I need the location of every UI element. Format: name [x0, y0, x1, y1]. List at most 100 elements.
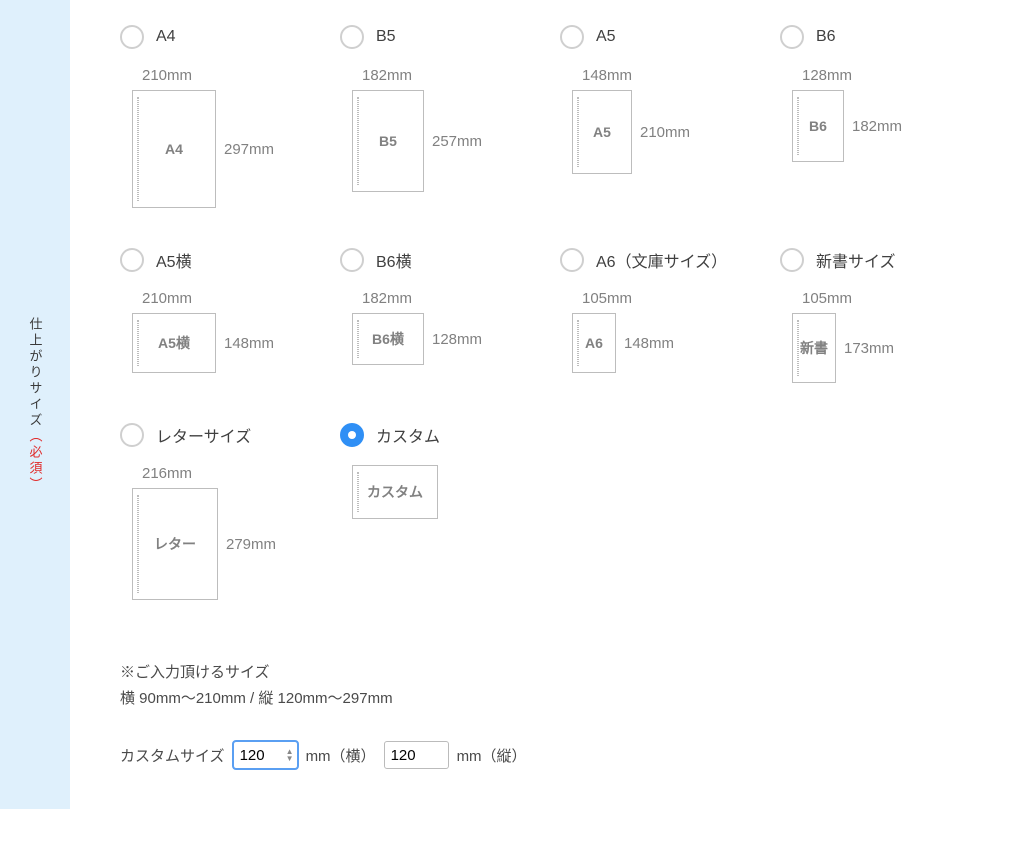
- custom-size-row: カスタムサイズ ▲▼ mm（横） mm（縦）: [120, 741, 1000, 769]
- binding-edge-icon: [577, 97, 579, 167]
- notes-line1: ※ご入力頂けるサイズ: [120, 660, 1000, 686]
- size-option-a5y[interactable]: A5横 210mm A5横 148mm: [120, 248, 340, 383]
- size-diagram: カスタム: [352, 465, 560, 519]
- sidebar-label-cell: 仕上がりサイズ（必須）: [0, 0, 70, 809]
- radio-a6[interactable]: [560, 248, 584, 272]
- height-label: 279mm: [226, 536, 276, 553]
- radio-a5y[interactable]: [120, 248, 144, 272]
- page-box-icon: A5: [572, 90, 632, 174]
- width-label: 128mm: [802, 67, 852, 84]
- width-label: 182mm: [362, 290, 412, 307]
- width-label: 210mm: [142, 290, 192, 307]
- page-box-icon: B5: [352, 90, 424, 192]
- page-box-icon: カスタム: [352, 465, 438, 519]
- size-option-b6[interactable]: B6 128mm B6 182mm: [780, 25, 1000, 208]
- page-box-name: A6: [585, 335, 603, 351]
- size-option-b5[interactable]: B5182mmB5257mm: [340, 25, 560, 208]
- size-option-custom[interactable]: カスタムカスタム: [340, 423, 560, 600]
- page-row: A6148mm: [572, 313, 674, 373]
- height-label: 182mm: [852, 118, 902, 135]
- page-row: B6 182mm: [792, 90, 902, 162]
- option-head[interactable]: A5: [560, 25, 780, 49]
- size-diagram: 210mmA4297mm: [132, 67, 340, 208]
- radio-shin[interactable]: [780, 248, 804, 272]
- binding-edge-icon: [797, 320, 799, 376]
- sidebar-label: 仕上がりサイズ（必須）: [26, 317, 45, 493]
- custom-size-label: カスタムサイズ: [120, 745, 225, 766]
- height-label: 148mm: [224, 335, 274, 352]
- option-label: A6（文庫サイズ）: [596, 248, 727, 272]
- size-diagram: 216mmレター279mm: [132, 465, 340, 600]
- page-box-icon: A5横: [132, 313, 216, 373]
- binding-edge-icon: [137, 495, 139, 593]
- option-label: 新書サイズ: [816, 248, 896, 272]
- radio-a4[interactable]: [120, 25, 144, 49]
- binding-edge-icon: [137, 320, 139, 366]
- page-row: A5 210mm: [572, 90, 690, 174]
- sidebar-label-text: 仕上がりサイズ: [28, 317, 43, 429]
- height-label: 210mm: [640, 124, 690, 141]
- height-label: 128mm: [432, 331, 482, 348]
- page-box-name: B5: [379, 133, 397, 149]
- option-label: レターサイズ: [156, 423, 251, 447]
- page-box-name: A4: [165, 141, 183, 157]
- option-head[interactable]: B6: [780, 25, 1000, 49]
- page-box-icon: 新書: [792, 313, 836, 383]
- option-head[interactable]: A6（文庫サイズ）: [560, 248, 780, 272]
- option-head[interactable]: A5横: [120, 248, 340, 272]
- size-option-a4[interactable]: A4210mmA4297mm: [120, 25, 340, 208]
- size-diagram: 182mm B6横 128mm: [352, 290, 560, 365]
- custom-height-unit: mm（縦）: [457, 745, 527, 766]
- size-diagram: 128mm B6 182mm: [792, 67, 1000, 162]
- page-box-icon: A6: [572, 313, 616, 373]
- size-diagram: 182mmB5257mm: [352, 67, 560, 192]
- custom-height-input[interactable]: [384, 741, 449, 769]
- page-box-icon: B6: [792, 90, 844, 162]
- option-label: A5: [596, 28, 616, 46]
- binding-edge-icon: [797, 97, 799, 155]
- radio-b6y[interactable]: [340, 248, 364, 272]
- option-label: A4: [156, 28, 176, 46]
- page-box-name: レター: [154, 534, 196, 554]
- notes-line2: 横 90mm〜210mm / 縦 120mm〜297mm: [120, 686, 1000, 712]
- page-row: カスタム: [352, 465, 438, 519]
- page-box-name: 新書: [800, 338, 828, 358]
- size-option-a5[interactable]: A5148mmA5210mm: [560, 25, 780, 208]
- size-option-a6[interactable]: A6（文庫サイズ）105mmA6148mm: [560, 248, 780, 383]
- height-label: 297mm: [224, 141, 274, 158]
- option-head[interactable]: B6横: [340, 248, 560, 272]
- size-option-letter[interactable]: レターサイズ216mmレター279mm: [120, 423, 340, 600]
- size-diagram: 210mm A5横 148mm: [132, 290, 340, 373]
- width-label: 105mm: [802, 290, 852, 307]
- option-head[interactable]: 新書サイズ: [780, 248, 1000, 272]
- page-box-name: A5: [593, 124, 611, 140]
- page-row: B6横 128mm: [352, 313, 482, 365]
- page-box-name: A5横: [158, 333, 190, 353]
- radio-custom[interactable]: [340, 423, 364, 447]
- width-label: 182mm: [362, 67, 412, 84]
- size-option-b6y[interactable]: B6横 182mm B6横 128mm: [340, 248, 560, 383]
- height-label: 173mm: [844, 340, 894, 357]
- size-option-shin[interactable]: 新書サイズ 105mm 新書 173mm: [780, 248, 1000, 383]
- page-box-icon: レター: [132, 488, 218, 600]
- binding-edge-icon: [357, 97, 359, 185]
- option-head[interactable]: カスタム: [340, 423, 560, 447]
- page-box-name: B6: [809, 118, 827, 134]
- page-box-name: カスタム: [367, 482, 423, 502]
- radio-b6[interactable]: [780, 25, 804, 49]
- option-head[interactable]: レターサイズ: [120, 423, 340, 447]
- page-row: 新書 173mm: [792, 313, 894, 383]
- page-row: A5横 148mm: [132, 313, 274, 373]
- radio-a5[interactable]: [560, 25, 584, 49]
- option-head[interactable]: B5: [340, 25, 560, 49]
- custom-width-input[interactable]: [233, 741, 298, 769]
- radio-letter[interactable]: [120, 423, 144, 447]
- page-row: A4 297mm: [132, 90, 274, 208]
- binding-edge-icon: [357, 472, 359, 512]
- page-box-icon: B6横: [352, 313, 424, 365]
- option-head[interactable]: A4: [120, 25, 340, 49]
- size-options-grid: A4210mmA4297mmB5182mmB5257mmA5148mmA5210…: [120, 25, 1000, 600]
- size-diagram: 148mmA5210mm: [572, 67, 780, 174]
- radio-b5[interactable]: [340, 25, 364, 49]
- binding-edge-icon: [577, 320, 579, 366]
